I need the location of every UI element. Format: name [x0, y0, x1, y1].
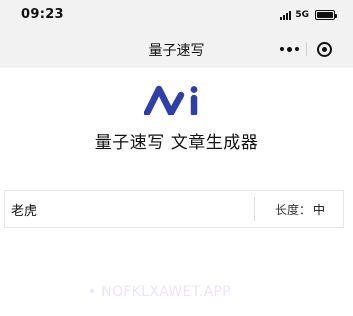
nav-bar: 量子速写 — [0, 30, 353, 68]
more-icon[interactable] — [272, 36, 306, 62]
row-divider — [254, 197, 255, 221]
topic-form: 长度： 中 — [4, 190, 344, 228]
network-label: 5G — [295, 10, 309, 20]
watermark: • NOFKLXAWET.APP — [88, 284, 231, 300]
topic-input[interactable] — [11, 191, 251, 227]
length-value: 中 — [313, 202, 326, 217]
status-bar: 09:23 5G — [0, 0, 353, 30]
ai-logo — [144, 85, 198, 115]
close-target-icon[interactable] — [307, 36, 341, 62]
headline: 量子速写 文章生成器 — [94, 133, 259, 153]
mini-program-capsule — [272, 36, 342, 62]
status-time: 09:23 — [21, 7, 64, 22]
length-select[interactable]: 长度： 中 — [257, 191, 343, 227]
signal-icon — [280, 10, 292, 20]
battery-icon — [315, 10, 337, 20]
length-label: 长度： — [274, 202, 311, 217]
status-icons: 5G — [280, 9, 337, 21]
